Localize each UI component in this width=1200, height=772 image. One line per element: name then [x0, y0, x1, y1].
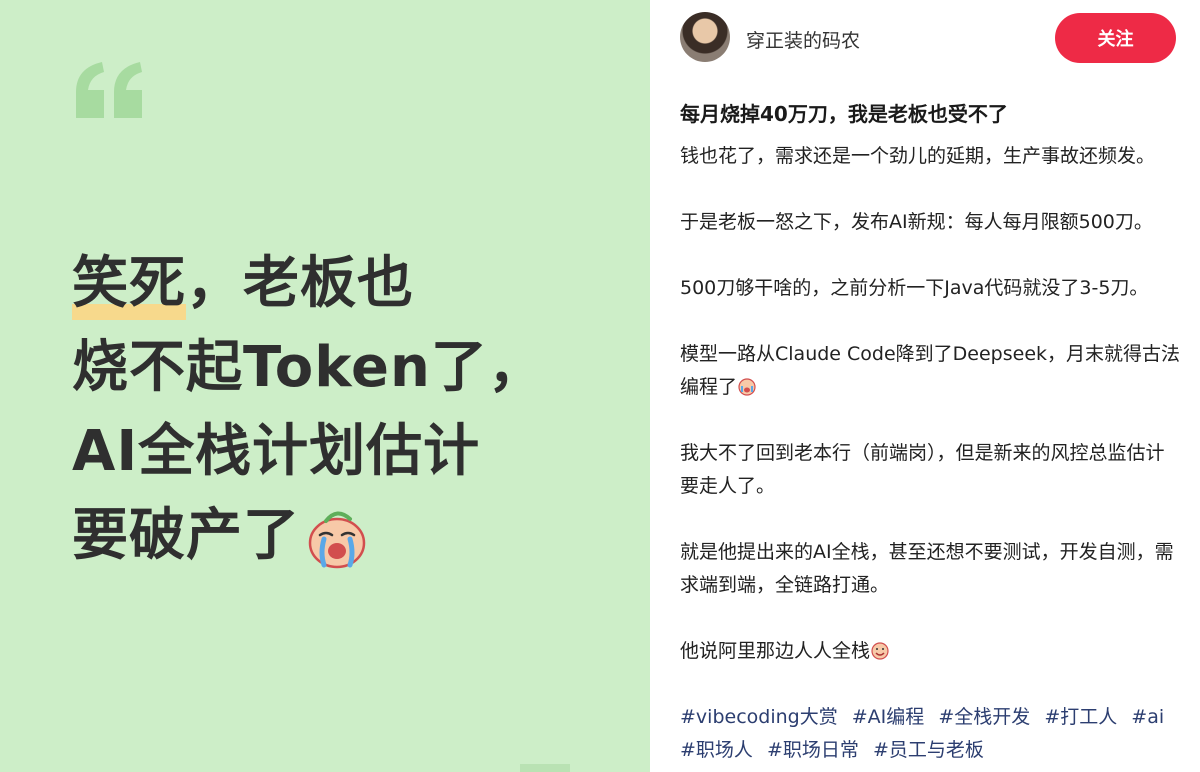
hashtag-link[interactable]: #ai [1131, 706, 1164, 728]
post-body: 钱也花了，需求还是一个劲儿的延期，生产事故还频发。 于是老板一怒之下，发布AI新… [680, 140, 1180, 767]
headline-line-1-rest: ，老板也 [186, 251, 414, 316]
post-paragraph-5: 我大不了回到老本行（前端岗），但是新来的风控总监估计要走人了。 [680, 442, 1165, 497]
hashtag-link[interactable]: #员工与老板 [873, 739, 984, 761]
smiling-face-icon [871, 642, 889, 660]
post-paragraph-3: 500刀够干啥的，之前分析一下Java代码就没了3-5刀。 [680, 277, 1149, 299]
author-name[interactable]: 穿正装的码农 [746, 26, 860, 53]
headline: 笑死，老板也 烧不起Token了， AI全栈计划估计 要破产了 [72, 242, 632, 578]
scroll-indicator [520, 764, 570, 772]
follow-button[interactable]: 关注 [1055, 13, 1176, 63]
headline-line-1: 笑死，老板也 [72, 242, 632, 326]
crying-face-icon [308, 511, 366, 569]
hashtag-link[interactable]: #职场日常 [767, 739, 859, 761]
post-paragraph-6: 就是他提出来的AI全栈，甚至还想不要测试，开发自测，需求端到端，全链路打通。 [680, 541, 1174, 596]
hashtag-link[interactable]: #打工人 [1044, 706, 1117, 728]
headline-line-4-text: 要破产了 [72, 503, 300, 568]
quote-mark-icon [76, 62, 142, 118]
crying-face-icon [738, 378, 756, 396]
hashtag-link[interactable]: #全栈开发 [938, 706, 1030, 728]
post-panel: 穿正装的码农 关注 每月烧掉40万刀，我是老板也受不了 钱也花了，需求还是一个劲… [650, 0, 1200, 772]
quote-card: 笑死，老板也 烧不起Token了， AI全栈计划估计 要破产了 [0, 0, 650, 772]
post-paragraph-7-text: 他说阿里那边人人全栈 [680, 640, 871, 662]
headline-line-2: 烧不起Token了， [72, 335, 545, 400]
hashtag-link[interactable]: #职场人 [680, 739, 753, 761]
post-title: 每月烧掉40万刀，我是老板也受不了 [680, 102, 1008, 126]
headline-line-3: AI全栈计划估计 [72, 419, 481, 484]
hashtag-link[interactable]: #AI编程 [852, 706, 925, 728]
hashtag-list: #vibecoding大赏 #AI编程 #全栈开发 #打工人 #ai #职场人 … [680, 701, 1180, 767]
author-avatar[interactable] [680, 12, 730, 62]
headline-line-4: 要破产了 [72, 494, 632, 578]
post-paragraph-2: 于是老板一怒之下，发布AI新规：每人每月限额500刀。 [680, 211, 1153, 233]
post-paragraph-4: 模型一路从Claude Code降到了Deepseek，月末就得古法编程了 [680, 338, 1180, 404]
hashtag-link[interactable]: #vibecoding大赏 [680, 706, 838, 728]
post-paragraph-1: 钱也花了，需求还是一个劲儿的延期，生产事故还频发。 [680, 145, 1156, 167]
post-paragraph-7: 他说阿里那边人人全栈 [680, 635, 1180, 668]
headline-highlight: 笑死 [72, 242, 186, 326]
